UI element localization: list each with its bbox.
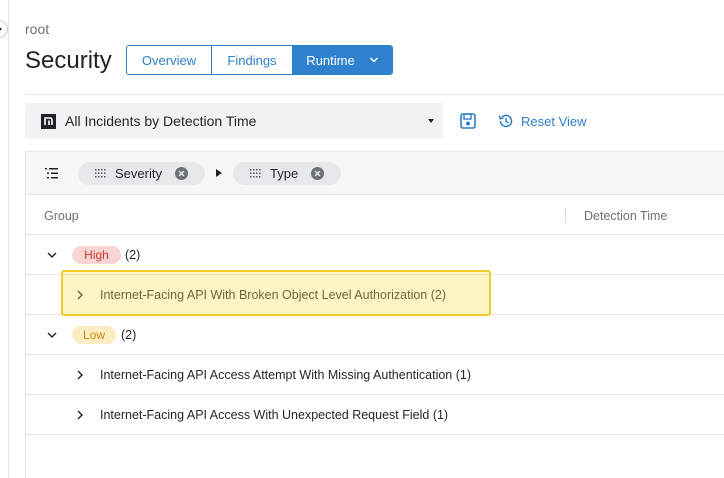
tab-runtime-label: Runtime bbox=[306, 52, 355, 68]
group-chip-severity[interactable]: Severity bbox=[78, 162, 205, 185]
drag-handle-icon[interactable] bbox=[250, 169, 261, 178]
chevron-down-icon[interactable] bbox=[46, 249, 58, 261]
subgroup-row[interactable]: Internet-Facing API With Broken Object L… bbox=[26, 275, 724, 315]
app-logo-icon bbox=[41, 113, 56, 129]
page-title: Security bbox=[25, 47, 112, 74]
history-icon bbox=[498, 114, 513, 128]
tab-findings[interactable]: Findings bbox=[212, 46, 293, 74]
sidebar-toggle-button[interactable] bbox=[0, 20, 8, 38]
left-rail bbox=[0, 0, 9, 478]
column-header-detection-time[interactable]: Detection Time bbox=[584, 209, 667, 223]
chevron-right-icon bbox=[0, 27, 3, 31]
severity-badge-low: Low bbox=[72, 325, 116, 344]
grouping-list-icon[interactable] bbox=[45, 168, 58, 179]
column-resize-handle[interactable] bbox=[565, 208, 566, 222]
remove-chip-icon[interactable] bbox=[174, 167, 188, 180]
subgroup-label: Internet-Facing API Access With Unexpect… bbox=[100, 407, 449, 422]
group-order-arrow-icon bbox=[216, 169, 222, 177]
reset-view-button[interactable]: Reset View bbox=[497, 111, 587, 131]
subgroup-label: Internet-Facing API With Broken Object L… bbox=[100, 287, 447, 302]
chevron-right-icon[interactable] bbox=[74, 289, 86, 301]
chevron-right-icon[interactable] bbox=[74, 369, 86, 381]
divider bbox=[25, 94, 724, 95]
tab-overview[interactable]: Overview bbox=[127, 46, 212, 74]
column-header-group[interactable]: Group bbox=[44, 209, 79, 223]
incidents-table: Severity Type Group Detection Time High … bbox=[25, 151, 724, 478]
severity-badge-high: High bbox=[72, 245, 121, 264]
group-count: (2) bbox=[121, 327, 137, 342]
group-chip-label: Type bbox=[270, 166, 299, 181]
chevron-down-icon bbox=[369, 57, 378, 63]
saved-view-label: All Incidents by Detection Time bbox=[65, 113, 257, 129]
caret-down-icon bbox=[428, 119, 434, 123]
breadcrumb[interactable]: root bbox=[25, 21, 49, 37]
drag-handle-icon[interactable] bbox=[95, 169, 106, 178]
reset-view-label: Reset View bbox=[521, 113, 587, 129]
remove-chip-icon[interactable] bbox=[311, 167, 325, 180]
subgroup-label: Internet-Facing API Access Attempt With … bbox=[100, 367, 472, 382]
group-chip-label: Severity bbox=[115, 166, 162, 181]
grouping-bar: Severity Type bbox=[26, 152, 724, 195]
group-row-high[interactable]: High (2) bbox=[26, 235, 724, 275]
group-count: (2) bbox=[125, 247, 141, 262]
chevron-down-icon[interactable] bbox=[46, 329, 58, 341]
tab-runtime[interactable]: Runtime bbox=[293, 46, 392, 74]
save-icon[interactable] bbox=[459, 112, 477, 130]
group-row-low[interactable]: Low (2) bbox=[26, 315, 724, 355]
chevron-right-icon[interactable] bbox=[74, 409, 86, 421]
saved-view-select[interactable]: All Incidents by Detection Time bbox=[25, 103, 443, 139]
group-chip-type[interactable]: Type bbox=[233, 162, 341, 185]
subgroup-row[interactable]: Internet-Facing API Access With Unexpect… bbox=[26, 395, 724, 435]
subgroup-row[interactable]: Internet-Facing API Access Attempt With … bbox=[26, 355, 724, 395]
column-header-row: Group Detection Time bbox=[26, 195, 724, 235]
view-tabs: Overview Findings Runtime bbox=[126, 45, 393, 75]
